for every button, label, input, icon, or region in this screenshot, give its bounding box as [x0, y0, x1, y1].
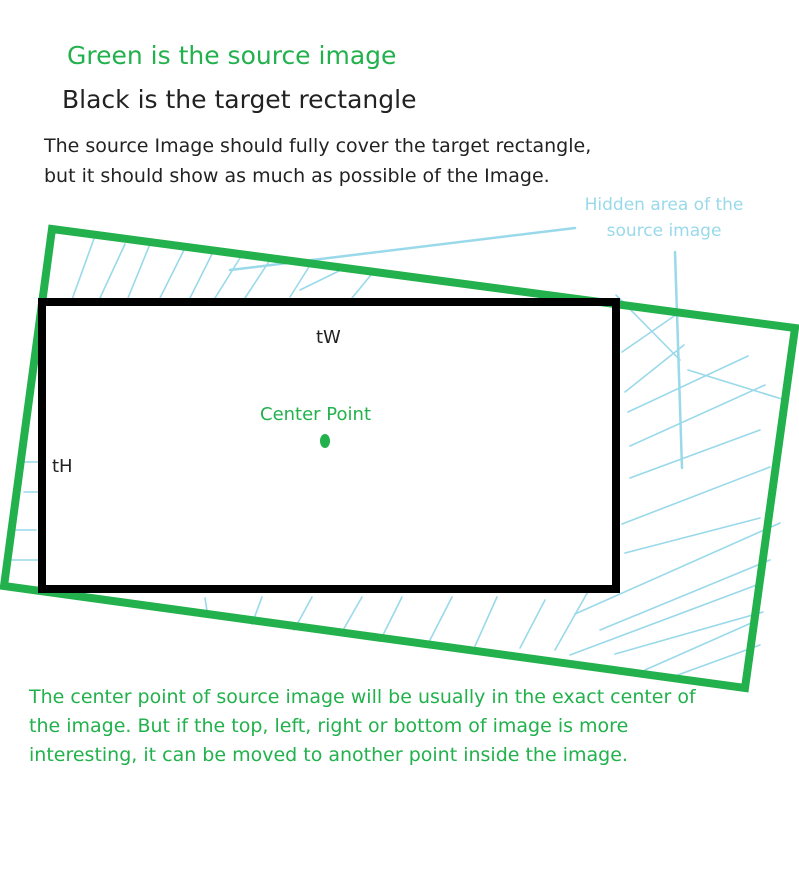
footer-note-line-3: interesting, it can be moved to another …: [29, 744, 628, 766]
hatch-line: [189, 251, 214, 299]
hatch-line: [624, 517, 761, 554]
hatch-line: [629, 384, 766, 447]
hatch-line: [644, 619, 759, 671]
center-point-label: Center Point: [260, 404, 371, 425]
hatch-line: [99, 243, 126, 299]
hatch-line: [624, 344, 685, 393]
center-point-dot: [320, 434, 330, 448]
hatch-line: [341, 596, 363, 633]
hatch-line: [381, 596, 403, 638]
hatch-line: [159, 247, 186, 299]
hatch-line: [621, 466, 771, 525]
hatch-line: [627, 355, 749, 413]
height-label: tH: [52, 456, 73, 477]
hatch-line: [554, 587, 591, 651]
hatch-line: [621, 311, 681, 353]
hatch-line: [614, 611, 764, 655]
requirement-line-2: but it should show as much as possible o…: [44, 165, 550, 187]
hatch-line: [69, 235, 96, 306]
hatch-line: [214, 257, 241, 299]
requirement-line-1: The source Image should fully cover the …: [43, 135, 591, 157]
footer-note-line-2: the image. But if the top, left, right o…: [29, 715, 628, 737]
hatch-line: [289, 261, 313, 298]
width-label: tW: [316, 327, 341, 348]
legend-green-label: Green is the source image: [67, 41, 396, 70]
hatch-line: [474, 596, 498, 647]
hidden-area-note-line-2: source image: [607, 221, 722, 241]
hidden-area-note-line-1: Hidden area of the: [585, 195, 744, 215]
hatch-line: [569, 582, 763, 656]
diagram-canvas: Green is the source image Black is the t…: [0, 41, 799, 766]
hatch-line: [599, 559, 771, 631]
hatch-line: [519, 599, 546, 649]
legend-black-label: Black is the target rectangle: [62, 85, 416, 114]
hatch-line: [687, 369, 786, 401]
hatch-line: [204, 597, 208, 612]
hatch-line: [127, 243, 151, 299]
hatch-line: [429, 596, 453, 641]
footer-note-line-1: The center point of source image will be…: [28, 686, 697, 708]
